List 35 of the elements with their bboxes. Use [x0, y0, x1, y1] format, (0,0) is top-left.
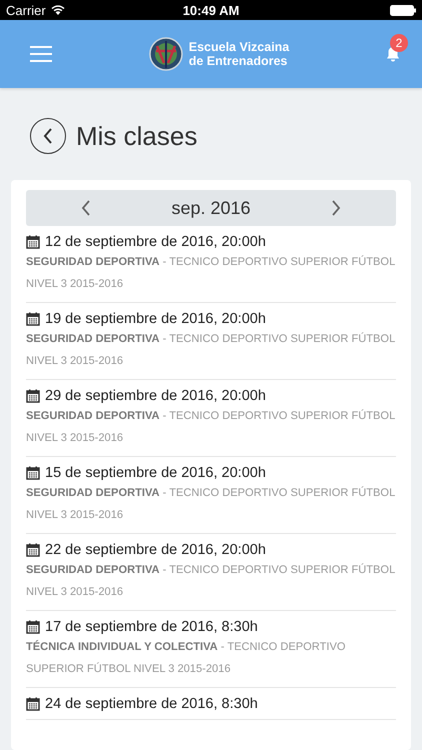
logo-text: Escuela Vizcaina [188, 40, 290, 54]
class-date: 22 de septiembre de 2016, 20:00h [45, 542, 266, 558]
menu-button[interactable] [30, 46, 52, 62]
calendar-icon [26, 312, 40, 326]
calendar-icon [26, 389, 40, 403]
clock-time: 10:49 AM [182, 2, 240, 18]
calendar-icon [26, 235, 40, 249]
page-title: Mis clases [76, 120, 198, 152]
class-date: 17 de septiembre de 2016, 8:30h [45, 619, 258, 635]
previous-month-button[interactable] [81, 200, 91, 216]
calendar-icon [26, 466, 40, 480]
battery-icon [390, 4, 416, 16]
class-date: 15 de septiembre de 2016, 20:00h [45, 465, 266, 481]
class-date: 29 de septiembre de 2016, 20:00h [45, 388, 266, 404]
logo-icon [148, 37, 183, 71]
back-icon [43, 128, 53, 144]
back-button[interactable] [30, 118, 66, 154]
carrier-label: Carrier [6, 2, 46, 18]
calendar-icon [26, 543, 40, 557]
class-description: SEGURIDAD DEPORTIVA - TECNICO DEPORTIVO SUPERIOR FÚTBOL NIVEL 3 2015-2016 [26, 408, 396, 446]
calendar-icon [26, 620, 40, 634]
class-date: 19 de septiembre de 2016, 20:00h [45, 311, 266, 327]
class-description: SEGURIDAD DEPORTIVA - TECNICO DEPORTIVO SUPERIOR FÚTBOL NIVEL 3 2015-2016 [26, 254, 396, 292]
month-label: sep. 2016 [171, 198, 251, 218]
logo-text: de Entrenadores [188, 54, 288, 68]
class-description: SEGURIDAD DEPORTIVA - TECNICO DEPORTIVO SUPERIOR FÚTBOL NIVEL 3 2015-2016 [26, 331, 396, 369]
class-date: 24 de septiembre de 2016, 8:30h [45, 696, 258, 712]
next-month-button[interactable] [330, 200, 341, 216]
class-description: SEGURIDAD DEPORTIVA - TECNICO DEPORTIVO SUPERIOR FÚTBOL NIVEL 3 2015-2016 [26, 485, 396, 523]
notification-count: 2 [390, 34, 408, 52]
wifi-icon [50, 5, 65, 15]
class-description: SEGURIDAD DEPORTIVA - TECNICO DEPORTIVO SUPERIOR FÚTBOL NIVEL 3 2015-2016 [26, 562, 396, 600]
class-description: TÉCNICA INDIVIDUAL Y COLECTIVA - TECNICO DEPORTIVO SUPERIOR FÚTBOL NIVEL 3 2015-2016 [26, 639, 347, 677]
class-date: 12 de septiembre de 2016, 20:00h [45, 234, 266, 250]
calendar-icon [26, 697, 40, 711]
